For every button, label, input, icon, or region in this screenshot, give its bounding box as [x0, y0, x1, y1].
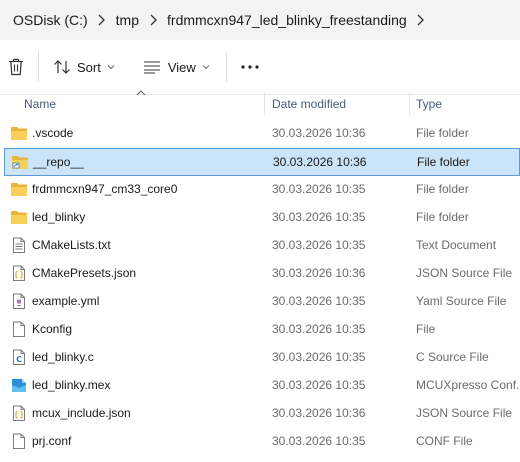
folder-icon: [11, 127, 27, 140]
file-type: C Source File: [416, 350, 489, 364]
file-row[interactable]: __repo__ 30.03.2026 10:36 File folder: [4, 148, 520, 176]
file-date-modified: 30.03.2026 10:36: [273, 155, 367, 169]
chevron-right-icon[interactable]: [88, 0, 116, 40]
view-icon: [143, 61, 160, 74]
view-label: View: [167, 59, 196, 75]
trash-icon: [9, 58, 23, 76]
breadcrumb-drive[interactable]: OSDisk (C:): [13, 12, 88, 28]
chevron-down-icon: [107, 65, 115, 70]
column-divider[interactable]: [264, 92, 265, 116]
blank-file-icon: [13, 321, 25, 337]
sort-icon: [54, 60, 70, 74]
ellipsis-icon: [241, 65, 259, 69]
file-row[interactable]: .vscode 30.03.2026 10:36 File folder: [4, 120, 520, 148]
file-row[interactable]: prj.conf 30.03.2026 10:35 CONF File: [4, 428, 520, 456]
folder-shortcut-icon: [12, 156, 28, 169]
file-type: File folder: [416, 126, 469, 140]
json-file-icon: [13, 405, 25, 421]
file-row[interactable]: Cled_blinky.c 30.03.2026 10:35 C Source Fi…: [4, 344, 520, 372]
file-date-modified: 30.03.2026 10:35: [272, 378, 366, 392]
mex-file-icon: [12, 379, 26, 392]
file-type: File folder: [416, 182, 469, 196]
json-file-icon: [13, 265, 25, 281]
more-options-button[interactable]: [233, 50, 267, 84]
blank-file-icon: [13, 433, 25, 449]
file-type: CONF File: [416, 434, 473, 448]
folder-icon: [11, 211, 27, 224]
file-type: MCUXpresso Conf...: [416, 378, 520, 392]
sort-label: Sort: [77, 59, 101, 75]
file-name[interactable]: led_blinky: [32, 210, 85, 224]
chevron-down-icon: [202, 65, 210, 70]
file-type: File folder: [416, 210, 469, 224]
file-name[interactable]: frdmmcxn947_cm33_core0: [32, 182, 177, 196]
file-name[interactable]: Kconfig: [32, 322, 72, 336]
delete-button[interactable]: [2, 50, 30, 84]
breadcrumb-current-folder[interactable]: frdmmcxn947_led_blinky_freestanding: [167, 12, 407, 28]
file-row[interactable]: example.yml 30.03.2026 10:35 Yaml Source F…: [4, 288, 520, 316]
address-bar[interactable]: OSDisk (C:) tmp frdmmcxn947_led_blinky_f…: [0, 0, 520, 40]
file-type: File folder: [417, 155, 470, 169]
column-date-modified[interactable]: Date modified: [272, 97, 346, 111]
file-name[interactable]: __repo__: [33, 155, 84, 169]
file-type: Yaml Source File: [416, 294, 507, 308]
chevron-right-icon[interactable]: [407, 0, 435, 40]
file-type: File: [416, 322, 436, 336]
file-name[interactable]: led_blinky.mex: [32, 378, 110, 392]
file-date-modified: 30.03.2026 10:35: [272, 434, 366, 448]
file-date-modified: 30.03.2026 10:35: [272, 294, 366, 308]
column-divider[interactable]: [409, 92, 410, 116]
file-date-modified: 30.03.2026 10:36: [272, 126, 366, 140]
file-name[interactable]: .vscode: [32, 126, 73, 140]
command-bar: Sort View: [0, 40, 520, 95]
c-file-icon: C: [13, 349, 25, 365]
file-row[interactable]: CMakeLists.txt 30.03.2026 10:35 Text Docum…: [4, 232, 520, 260]
file-date-modified: 30.03.2026 10:35: [272, 322, 366, 336]
file-row[interactable]: frdmmcxn947_cm33_core0 30.03.2026 10:35 Fi…: [4, 176, 520, 204]
file-row[interactable]: led_blinky 30.03.2026 10:35 File folder: [4, 204, 520, 232]
file-row[interactable]: led_blinky.mex 30.03.2026 10:35 MCUXpresso…: [4, 372, 520, 400]
file-date-modified: 30.03.2026 10:35: [272, 350, 366, 364]
file-type: JSON Source File: [416, 266, 513, 280]
yaml-file-icon: [13, 293, 25, 309]
toolbar-separator: [38, 52, 39, 82]
column-header: Name Date modified Type: [0, 90, 520, 118]
file-date-modified: 30.03.2026 10:36: [272, 406, 366, 420]
svg-text:C: C: [16, 355, 22, 364]
column-type[interactable]: Type: [416, 97, 442, 111]
file-name[interactable]: prj.conf: [32, 434, 71, 448]
file-row[interactable]: CMakePresets.json 30.03.2026 10:36 JSON So…: [4, 260, 520, 288]
file-date-modified: 30.03.2026 10:36: [272, 266, 366, 280]
file-date-modified: 30.03.2026 10:35: [272, 182, 366, 196]
file-name[interactable]: example.yml: [32, 294, 99, 308]
toolbar-separator: [225, 52, 227, 82]
chevron-right-icon[interactable]: [139, 0, 167, 40]
file-type: JSON Source File: [416, 406, 513, 420]
file-name[interactable]: CMakePresets.json: [32, 266, 136, 280]
sort-button[interactable]: Sort: [45, 50, 123, 84]
file-name[interactable]: mcux_include.json: [32, 406, 131, 420]
text-file-icon: [13, 237, 25, 253]
file-row[interactable]: mcux_include.json 30.03.2026 10:36 JSON So…: [4, 400, 520, 428]
file-name[interactable]: led_blinky.c: [32, 350, 94, 364]
folder-icon: [11, 183, 27, 196]
file-row[interactable]: Kconfig 30.03.2026 10:35 File: [4, 316, 520, 344]
breadcrumb-tmp[interactable]: tmp: [116, 12, 139, 28]
file-date-modified: 30.03.2026 10:35: [272, 238, 366, 252]
file-type: Text Document: [416, 238, 497, 252]
view-button[interactable]: View: [135, 50, 218, 84]
sort-ascending-icon: [136, 90, 146, 96]
file-date-modified: 30.03.2026 10:35: [272, 210, 366, 224]
file-name[interactable]: CMakeLists.txt: [32, 238, 111, 252]
column-name[interactable]: Name: [24, 97, 56, 111]
